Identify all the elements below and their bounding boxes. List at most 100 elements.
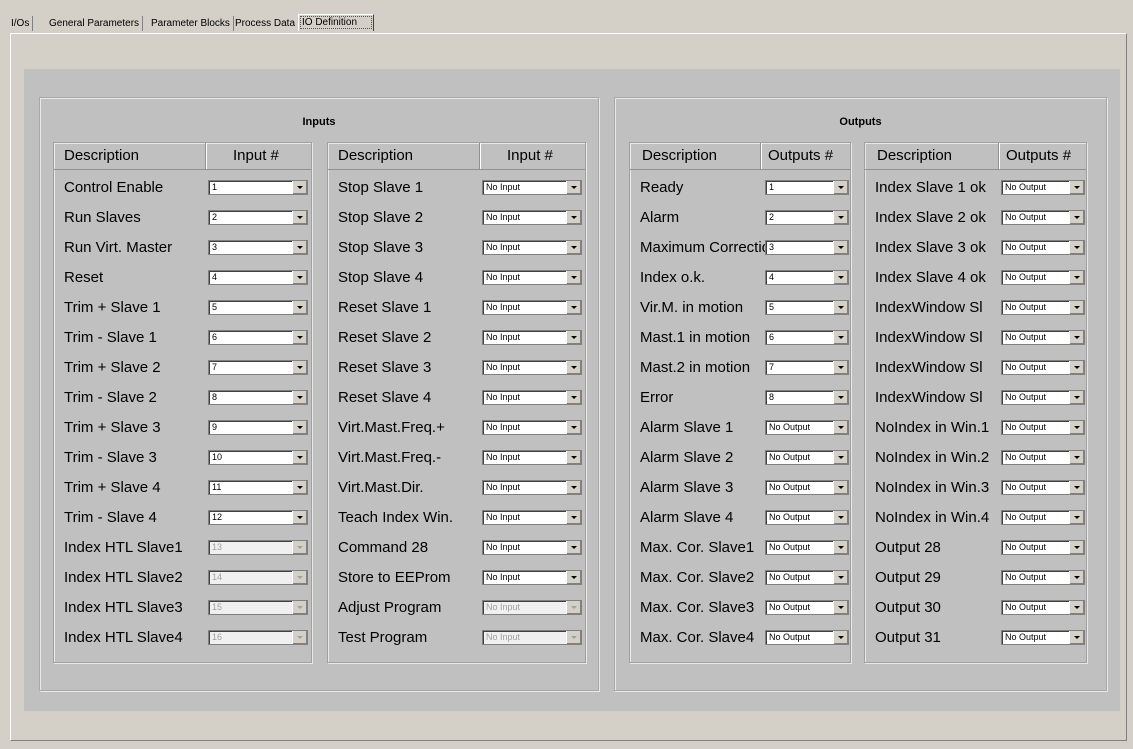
io-select-dropdown[interactable]: No Output — [1001, 270, 1085, 285]
io-select-dropdown[interactable]: No Input — [482, 420, 582, 435]
dropdown-arrow-icon[interactable] — [833, 331, 848, 344]
io-select-dropdown[interactable]: 5 — [208, 300, 308, 315]
dropdown-arrow-icon[interactable] — [292, 301, 307, 314]
io-select-dropdown[interactable]: 3 — [765, 240, 849, 255]
io-select-dropdown[interactable]: No Output — [1001, 510, 1085, 525]
io-select-dropdown[interactable]: No Output — [1001, 540, 1085, 555]
io-select-dropdown[interactable]: No Input — [482, 510, 582, 525]
io-select-dropdown[interactable]: No Output — [765, 420, 849, 435]
io-select-dropdown[interactable]: 12 — [208, 510, 308, 525]
dropdown-arrow-icon[interactable] — [833, 241, 848, 254]
io-select-dropdown[interactable]: No Output — [1001, 480, 1085, 495]
dropdown-arrow-icon[interactable] — [566, 421, 581, 434]
dropdown-arrow-icon[interactable] — [292, 451, 307, 464]
io-select-dropdown[interactable]: No Input — [482, 390, 582, 405]
dropdown-arrow-icon[interactable] — [292, 331, 307, 344]
dropdown-arrow-icon[interactable] — [1069, 391, 1084, 404]
io-select-dropdown[interactable]: No Input — [482, 570, 582, 585]
io-select-dropdown[interactable]: 7 — [765, 360, 849, 375]
dropdown-arrow-icon[interactable] — [566, 451, 581, 464]
io-select-dropdown[interactable]: No Output — [1001, 450, 1085, 465]
dropdown-arrow-icon[interactable] — [292, 271, 307, 284]
dropdown-arrow-icon[interactable] — [1069, 481, 1084, 494]
dropdown-arrow-icon[interactable] — [833, 391, 848, 404]
tab-general-parameters[interactable]: General Parameters — [46, 16, 144, 31]
dropdown-arrow-icon[interactable] — [566, 361, 581, 374]
dropdown-arrow-icon[interactable] — [1069, 511, 1084, 524]
dropdown-arrow-icon[interactable] — [1069, 631, 1084, 644]
io-select-dropdown[interactable]: 8 — [765, 390, 849, 405]
io-select-dropdown[interactable]: 1 — [208, 180, 308, 195]
dropdown-arrow-icon[interactable] — [833, 361, 848, 374]
dropdown-arrow-icon[interactable] — [566, 481, 581, 494]
tab-ios[interactable]: I/Os — [8, 16, 34, 31]
dropdown-arrow-icon[interactable] — [1069, 211, 1084, 224]
io-select-dropdown[interactable]: 7 — [208, 360, 308, 375]
io-select-dropdown[interactable]: 3 — [208, 240, 308, 255]
io-select-dropdown[interactable]: No Input — [482, 180, 582, 195]
io-select-dropdown[interactable]: 8 — [208, 390, 308, 405]
io-select-dropdown[interactable]: 10 — [208, 450, 308, 465]
dropdown-arrow-icon[interactable] — [566, 571, 581, 584]
io-select-dropdown[interactable]: No Input — [482, 210, 582, 225]
dropdown-arrow-icon[interactable] — [292, 421, 307, 434]
dropdown-arrow-icon[interactable] — [1069, 571, 1084, 584]
io-select-dropdown[interactable]: No Input — [482, 480, 582, 495]
tab-parameter-blocks[interactable]: Parameter Blocks — [148, 16, 234, 31]
dropdown-arrow-icon[interactable] — [833, 601, 848, 614]
io-select-dropdown[interactable]: No Output — [1001, 630, 1085, 645]
io-select-dropdown[interactable]: 4 — [765, 270, 849, 285]
dropdown-arrow-icon[interactable] — [833, 481, 848, 494]
dropdown-arrow-icon[interactable] — [1069, 241, 1084, 254]
dropdown-arrow-icon[interactable] — [1069, 601, 1084, 614]
io-select-dropdown[interactable]: 2 — [765, 210, 849, 225]
io-select-dropdown[interactable]: No Input — [482, 360, 582, 375]
dropdown-arrow-icon[interactable] — [833, 451, 848, 464]
io-select-dropdown[interactable]: 6 — [208, 330, 308, 345]
io-select-dropdown[interactable]: No Input — [482, 300, 582, 315]
dropdown-arrow-icon[interactable] — [833, 301, 848, 314]
io-select-dropdown[interactable]: 4 — [208, 270, 308, 285]
dropdown-arrow-icon[interactable] — [292, 481, 307, 494]
dropdown-arrow-icon[interactable] — [292, 361, 307, 374]
dropdown-arrow-icon[interactable] — [566, 391, 581, 404]
io-select-dropdown[interactable]: No Input — [482, 450, 582, 465]
dropdown-arrow-icon[interactable] — [292, 511, 307, 524]
io-select-dropdown[interactable]: 2 — [208, 210, 308, 225]
io-select-dropdown[interactable]: No Output — [1001, 330, 1085, 345]
dropdown-arrow-icon[interactable] — [1069, 271, 1084, 284]
io-select-dropdown[interactable]: No Output — [765, 630, 849, 645]
dropdown-arrow-icon[interactable] — [1069, 181, 1084, 194]
io-select-dropdown[interactable]: No Output — [1001, 210, 1085, 225]
dropdown-arrow-icon[interactable] — [566, 241, 581, 254]
dropdown-arrow-icon[interactable] — [566, 331, 581, 344]
dropdown-arrow-icon[interactable] — [1069, 541, 1084, 554]
io-select-dropdown[interactable]: 11 — [208, 480, 308, 495]
dropdown-arrow-icon[interactable] — [1069, 421, 1084, 434]
io-select-dropdown[interactable]: No Output — [1001, 240, 1085, 255]
io-select-dropdown[interactable]: No Output — [765, 540, 849, 555]
io-select-dropdown[interactable]: No Output — [765, 570, 849, 585]
dropdown-arrow-icon[interactable] — [566, 511, 581, 524]
dropdown-arrow-icon[interactable] — [292, 391, 307, 404]
tab-process-data[interactable]: Process Data — [232, 16, 300, 31]
dropdown-arrow-icon[interactable] — [566, 181, 581, 194]
dropdown-arrow-icon[interactable] — [833, 511, 848, 524]
dropdown-arrow-icon[interactable] — [1069, 301, 1084, 314]
tab-io-definition[interactable]: IO Definition — [298, 14, 374, 31]
dropdown-arrow-icon[interactable] — [833, 271, 848, 284]
io-select-dropdown[interactable]: No Output — [1001, 390, 1085, 405]
dropdown-arrow-icon[interactable] — [833, 211, 848, 224]
io-select-dropdown[interactable]: 5 — [765, 300, 849, 315]
io-select-dropdown[interactable]: No Input — [482, 240, 582, 255]
dropdown-arrow-icon[interactable] — [833, 541, 848, 554]
io-select-dropdown[interactable]: 9 — [208, 420, 308, 435]
io-select-dropdown[interactable]: No Input — [482, 270, 582, 285]
dropdown-arrow-icon[interactable] — [833, 181, 848, 194]
io-select-dropdown[interactable]: No Output — [765, 600, 849, 615]
dropdown-arrow-icon[interactable] — [1069, 331, 1084, 344]
dropdown-arrow-icon[interactable] — [1069, 361, 1084, 374]
io-select-dropdown[interactable]: No Output — [1001, 420, 1085, 435]
dropdown-arrow-icon[interactable] — [566, 271, 581, 284]
dropdown-arrow-icon[interactable] — [566, 541, 581, 554]
